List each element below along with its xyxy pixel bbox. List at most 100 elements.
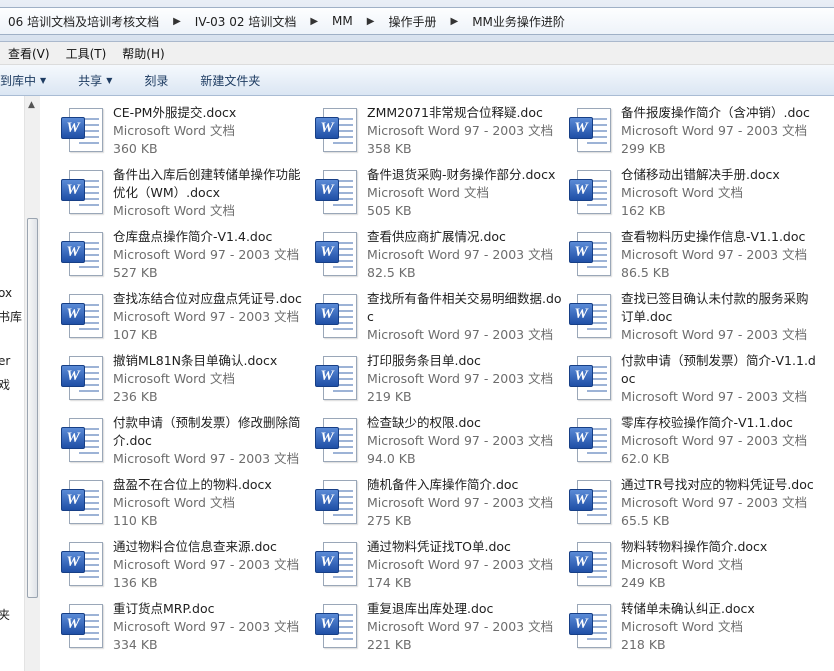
command-button[interactable]: 刻录: [128, 72, 184, 89]
file-size: 162 KB: [621, 203, 666, 218]
command-label: 刻录: [144, 73, 169, 88]
file-name: CE-PM外服提交.docx: [113, 105, 237, 120]
nav-item-fragment[interactable]: 戏: [0, 376, 10, 393]
file-item[interactable]: W 撤销ML81N条目单确认.docx Microsoft Word 文档 236 K…: [59, 352, 313, 414]
file-name: 查看供应商扩展情况.doc: [367, 229, 506, 244]
file-type: Microsoft Word 97 - 2003 文档: [113, 309, 300, 324]
file-type: Microsoft Word 文档: [367, 185, 489, 200]
file-item[interactable]: W 重复退库出库处理.doc Microsoft Word 97 - 2003 文档…: [313, 600, 567, 662]
file-item[interactable]: W 查看物料历史操作信息-V1.1.doc Microsoft Word 97 - …: [567, 228, 821, 290]
file-name: 物料转物料操作简介.docx: [621, 539, 768, 554]
file-type: Microsoft Word 97 - 2003 文档: [367, 371, 554, 386]
file-item[interactable]: W 查找所有备件相关交易明细数据.doc Microsoft Word 97 - 2…: [313, 290, 567, 352]
file-name: 检查缺少的权限.doc: [367, 415, 481, 430]
file-name: 重订货点MRP.doc: [113, 601, 215, 616]
command-button[interactable]: 到库中 ▼: [0, 72, 62, 89]
file-item[interactable]: W 转储单未确认纠正.docx Microsoft Word 文档 218 KB: [567, 600, 821, 662]
file-item[interactable]: W 仓储移动出错解决手册.docx Microsoft Word 文档 162 KB: [567, 166, 821, 228]
file-item[interactable]: W 查找冻结合位对应盘点凭证号.doc Microsoft Word 97 - 20…: [59, 290, 313, 352]
breadcrumb-separator-icon[interactable]: ▶: [165, 16, 189, 27]
word-document-icon: W: [567, 602, 615, 650]
file-name: 付款申请（预制发票）简介-V1.1.doc: [621, 353, 816, 386]
file-list-area[interactable]: W CE-PM外服提交.docx Microsoft Word 文档 360 KB W Z…: [41, 96, 834, 671]
scrollbar-thumb[interactable]: [27, 218, 38, 598]
file-item[interactable]: W 盘盈不在合位上的物料.docx Microsoft Word 文档 110 KB: [59, 476, 313, 538]
file-size: 174 KB: [367, 575, 412, 590]
file-type: Microsoft Word 97 - 2003 文档: [367, 433, 554, 448]
file-item[interactable]: W CE-PM外服提交.docx Microsoft Word 文档 360 KB: [59, 104, 313, 166]
file-size: 360 KB: [113, 141, 158, 156]
word-document-icon: W: [59, 168, 107, 216]
file-item[interactable]: W 备件报废操作简介（含冲销）.doc Microsoft Word 97 - 20…: [567, 104, 821, 166]
word-document-icon: W: [59, 354, 107, 402]
file-item[interactable]: W 查看供应商扩展情况.doc Microsoft Word 97 - 2003 文…: [313, 228, 567, 290]
word-document-icon: W: [59, 416, 107, 464]
file-item[interactable]: W 通过物料凭证找TO单.doc Microsoft Word 97 - 2003 …: [313, 538, 567, 600]
menu-item[interactable]: 查看(V): [0, 45, 58, 62]
word-document-icon: W: [59, 478, 107, 526]
file-item[interactable]: W 通过物料合位信息查来源.doc Microsoft Word 97 - 2003…: [59, 538, 313, 600]
menu-item[interactable]: 帮助(H): [114, 45, 172, 62]
file-item[interactable]: W 通过TR号找对应的物料凭证号.doc Microsoft Word 97 - 2…: [567, 476, 821, 538]
file-item[interactable]: W 随机备件入库操作简介.doc Microsoft Word 97 - 2003 …: [313, 476, 567, 538]
file-type: Microsoft Word 97 - 2003 文档: [367, 619, 554, 634]
address-bar[interactable]: 06 培训文档及培训考核文档 ▶ IV-03 02 培训文档 ▶ MM ▶ 操作手册 ▶ MM业…: [0, 0, 834, 42]
command-button[interactable]: 共享 ▼: [62, 72, 128, 89]
menu-item[interactable]: 工具(T): [58, 45, 115, 62]
file-type: Microsoft Word 97 - 2003 文档: [621, 389, 808, 404]
file-size: 107 KB: [113, 327, 158, 342]
file-size: 505 KB: [367, 203, 412, 218]
command-label: 共享: [78, 73, 103, 88]
file-name: 查找所有备件相关交易明细数据.doc: [367, 291, 562, 324]
file-item[interactable]: W 重订货点MRP.doc Microsoft Word 97 - 2003 文档 3…: [59, 600, 313, 662]
nav-item-fragment[interactable]: er: [0, 354, 10, 368]
nav-item-fragment[interactable]: 夹: [0, 606, 10, 623]
file-type: Microsoft Word 文档: [621, 619, 743, 634]
file-item[interactable]: W 打印服务条目单.doc Microsoft Word 97 - 2003 文档 2…: [313, 352, 567, 414]
file-item[interactable]: W 查找已签目确认未付款的服务采购订单.doc Microsoft Word 97 …: [567, 290, 821, 352]
word-document-icon: W: [567, 106, 615, 154]
breadcrumb-item[interactable]: 06 培训文档及培训考核文档: [2, 13, 165, 30]
breadcrumb-item[interactable]: MM: [326, 14, 359, 28]
breadcrumb[interactable]: 06 培训文档及培训考核文档 ▶ IV-03 02 培训文档 ▶ MM ▶ 操作手册 ▶ MM业…: [0, 7, 834, 35]
navigation-pane[interactable]: ox 书库 er 戏 夹 ▲: [0, 96, 40, 671]
command-label: 到库中: [0, 73, 37, 88]
file-item[interactable]: W 付款申请（预制发票）修改删除简介.doc Microsoft Word 97 -…: [59, 414, 313, 476]
breadcrumb-separator-icon[interactable]: ▶: [442, 16, 466, 27]
file-size: 219 KB: [367, 389, 412, 404]
file-item[interactable]: W ZMM2071非常规合位释疑.doc Microsoft Word 97 - 2…: [313, 104, 567, 166]
file-name: ZMM2071非常规合位释疑.doc: [367, 105, 543, 120]
menu-bar: 查看(V) 工具(T) 帮助(H): [0, 42, 834, 65]
file-type: Microsoft Word 97 - 2003 文档: [621, 433, 808, 448]
file-item[interactable]: W 付款申请（预制发票）简介-V1.1.doc Microsoft Word 97 …: [567, 352, 821, 414]
scroll-up-icon[interactable]: ▲: [28, 100, 35, 110]
nav-item-fragment[interactable]: 书库: [0, 308, 22, 325]
word-document-icon: W: [567, 292, 615, 340]
file-type: Microsoft Word 97 - 2003 文档: [113, 619, 300, 634]
breadcrumb-item[interactable]: 操作手册: [382, 13, 442, 30]
chevron-down-icon: ▼: [106, 75, 113, 85]
file-type: Microsoft Word 97 - 2003 文档: [113, 557, 300, 572]
breadcrumb-item[interactable]: MM业务操作进阶: [466, 13, 571, 30]
file-item[interactable]: W 物料转物料操作简介.docx Microsoft Word 文档 249 KB: [567, 538, 821, 600]
file-item[interactable]: W 备件退货采购-财务操作部分.docx Microsoft Word 文档 505 …: [313, 166, 567, 228]
word-document-icon: W: [567, 354, 615, 402]
command-button[interactable]: 新建文件夹: [184, 72, 276, 89]
file-type: Microsoft Word 97 - 2003 文档: [367, 495, 554, 510]
nav-item-fragment[interactable]: ox: [0, 286, 12, 300]
breadcrumb-separator-icon[interactable]: ▶: [302, 16, 326, 27]
file-item[interactable]: W 检查缺少的权限.doc Microsoft Word 97 - 2003 文档 9…: [313, 414, 567, 476]
word-document-icon: W: [59, 292, 107, 340]
file-type: Microsoft Word 97 - 2003 文档: [621, 247, 808, 262]
file-item[interactable]: W 备件出入库后创建转储单操作功能优化（WM）.docx Microsoft Wor…: [59, 166, 313, 228]
breadcrumb-item[interactable]: IV-03 02 培训文档: [189, 13, 303, 30]
file-size: 299 KB: [621, 141, 666, 156]
file-item[interactable]: W 仓库盘点操作简介-V1.4.doc Microsoft Word 97 - 20…: [59, 228, 313, 290]
file-name: 仓储移动出错解决手册.docx: [621, 167, 780, 182]
file-item[interactable]: W 零库存校验操作简介-V1.1.doc Microsoft Word 97 - 2…: [567, 414, 821, 476]
word-document-icon: W: [313, 168, 361, 216]
nav-scrollbar[interactable]: ▲: [24, 96, 40, 671]
file-size: 218 KB: [621, 637, 666, 652]
file-size: 110 KB: [113, 513, 158, 528]
breadcrumb-separator-icon[interactable]: ▶: [359, 16, 383, 27]
